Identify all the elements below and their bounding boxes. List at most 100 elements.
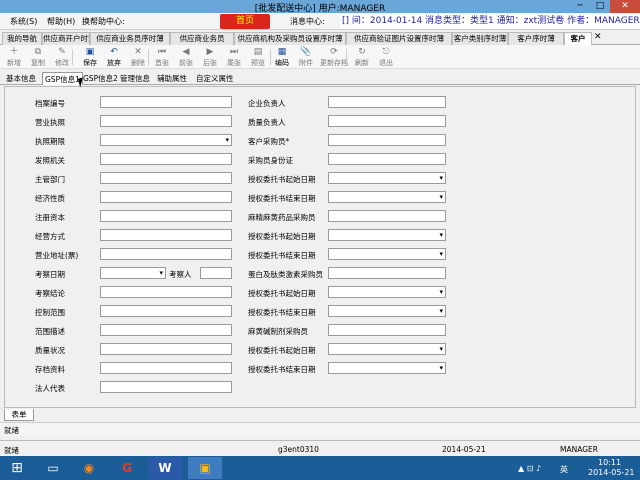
right-label-4: 授权委托书起始日期 (248, 175, 316, 184)
left-label-10: 考察结论 (35, 289, 65, 298)
right-field-13[interactable]: ▾ (328, 343, 446, 355)
app-g-icon[interactable]: G (110, 457, 144, 479)
menu-system[interactable]: 系统(S) (10, 16, 37, 27)
active-app-icon[interactable]: ▣ (188, 457, 222, 479)
toolbar-button-10[interactable]: ▤ 预览 (246, 46, 270, 68)
toolbar-button-6[interactable]: ⏮ 首张 (150, 46, 174, 68)
left-field-8[interactable] (100, 248, 232, 260)
subtab-gsp1[interactable]: GSP信息1 (42, 72, 83, 85)
menu-help[interactable]: 帮助(H) (47, 16, 75, 27)
toolbar-button-14[interactable]: ↻ 刷新 (350, 46, 374, 68)
right-field-10[interactable]: ▾ (328, 286, 446, 298)
right-field-3[interactable] (328, 153, 446, 165)
left-label-2: 执照期限 (35, 137, 65, 146)
left-field-4[interactable] (100, 172, 232, 184)
dropdown-icon: ▾ (439, 193, 443, 201)
right-field-4[interactable]: ▾ (328, 172, 446, 184)
toolbar-button-2[interactable]: ✎ 修改 (50, 46, 74, 68)
maximize-button[interactable]: □ (590, 0, 610, 13)
toolbar-button-12[interactable]: 📎 附件 (294, 46, 318, 68)
toolbar: ＋新增 ⧉ 复制 ✎ 修改 ▣ 保存 ↶ 放弃 ✕ 删除 ⏮ 首张 ◀ 前张 ▶ 后张 ⏭ 尾张 ▤ 预览 ▦ 编码 📎 附件 ⟳… (0, 45, 640, 69)
toolbar-separator (270, 49, 271, 65)
subtab-custom[interactable]: 自定义属性 (196, 72, 234, 85)
right-field-11[interactable]: ▾ (328, 305, 446, 317)
toolbar-label-1: 复制 (31, 59, 45, 67)
toolbar-label-10: 预览 (251, 59, 265, 67)
right-label-0: 企业负责人 (248, 99, 286, 108)
right-label-8: 授权委托书结束日期 (248, 251, 316, 260)
toolbar-button-15[interactable]: ⎋ 退出 (374, 46, 398, 68)
right-field-1[interactable] (328, 115, 446, 127)
firefox-icon[interactable]: ◉ (72, 457, 106, 479)
start-windows-icon[interactable]: ⊞ (0, 457, 34, 479)
left-field-15[interactable] (100, 381, 232, 393)
toolbar-button-5[interactable]: ✕ 删除 (126, 46, 150, 68)
right-field-7[interactable]: ▾ (328, 229, 446, 241)
subtab-basic[interactable]: 基本信息 (6, 72, 36, 85)
close-button[interactable]: ✕ (610, 0, 640, 13)
toolbar-button-8[interactable]: ▶ 后张 (198, 46, 222, 68)
left-field-0[interactable] (100, 96, 232, 108)
tab-supplier-salesman[interactable]: 供应商业务员 (170, 32, 234, 45)
left-field-11[interactable] (100, 305, 232, 317)
left-field-13[interactable] (100, 343, 232, 355)
left-field-14[interactable] (100, 362, 232, 374)
subtab-gsp2[interactable]: GSP信息2 (83, 72, 118, 85)
toolbar-button-7[interactable]: ◀ 前张 (174, 46, 198, 68)
left-field-2[interactable]: ▾ (100, 134, 232, 146)
toolbar-button-1[interactable]: ⧉ 复制 (26, 46, 50, 68)
toolbar-button-0[interactable]: ＋ 新增 (2, 46, 26, 68)
left-field-9[interactable]: ▾ (100, 267, 166, 279)
inspector-field[interactable] (200, 267, 232, 279)
tray-icons[interactable]: ▲ ⊡ ♪ (518, 464, 541, 473)
tab-supplier-account[interactable]: 供应商开户时薄 (42, 32, 90, 45)
left-label-6: 注册资本 (35, 213, 65, 222)
left-field-5[interactable] (100, 191, 232, 203)
toolbar-icon-1: ⧉ (34, 47, 42, 57)
tab-close-icon[interactable]: ✕ (594, 32, 602, 42)
home-button[interactable]: 首页 (220, 14, 270, 29)
left-field-3[interactable] (100, 153, 232, 165)
right-field-8[interactable]: ▾ (328, 248, 446, 260)
notice-ticker[interactable]: [] 间：2014-01-14 消息类型：类型1 通知：zxt测试卷 作者：MA… (340, 14, 640, 29)
toolbar-button-9[interactable]: ⏭ 尾张 (222, 46, 246, 68)
ime-lang[interactable]: 英 (560, 464, 568, 475)
dropdown-icon: ▾ (439, 231, 443, 239)
left-label-8: 营业地址(票) (35, 251, 79, 260)
left-field-12[interactable] (100, 324, 232, 336)
explorer-icon[interactable]: ▭ (36, 457, 70, 479)
dropdown-icon: ▾ (225, 136, 229, 144)
tab-my-nav[interactable]: 我的导航 (2, 32, 42, 45)
left-field-6[interactable] (100, 210, 232, 222)
toolbar-label-4: 放弃 (107, 59, 121, 67)
minimize-button[interactable]: ─ (570, 0, 590, 13)
tab-customer-category[interactable]: 客户类别序时薄 (452, 32, 508, 45)
right-field-14[interactable]: ▾ (328, 362, 446, 374)
word-icon[interactable]: W (148, 457, 182, 479)
tab-customer[interactable]: 客户 (564, 32, 592, 46)
menu-help-center[interactable]: 换帮助中心: (82, 16, 125, 27)
left-field-10[interactable] (100, 286, 232, 298)
subtab-auxiliary[interactable]: 辅助属性 (157, 72, 187, 85)
tab-customer-list[interactable]: 客户序时薄 (508, 32, 564, 45)
right-field-12[interactable] (328, 324, 446, 336)
toolbar-button-11[interactable]: ▦ 编码 (270, 46, 294, 68)
left-field-7[interactable] (100, 229, 232, 241)
left-field-1[interactable] (100, 115, 232, 127)
subtab-management[interactable]: 管理信息 (120, 72, 150, 85)
toolbar-button-4[interactable]: ↶ 放弃 (102, 46, 126, 68)
toolbar-label-3: 保存 (83, 59, 97, 67)
bottom-tab-form[interactable]: 表单 (4, 409, 34, 421)
tab-supplier-salesman-list[interactable]: 供应商业务员序时薄 (90, 32, 170, 45)
right-field-6[interactable] (328, 210, 446, 222)
toolbar-icon-6: ⏮ (157, 47, 167, 57)
tab-supplier-org[interactable]: 供应商机构及采购员设置序时薄 (234, 32, 346, 45)
tab-supplier-image[interactable]: 供应商验证图片设置序时薄 (346, 32, 452, 45)
right-field-2[interactable] (328, 134, 446, 146)
toolbar-label-6: 首张 (155, 59, 169, 67)
right-field-0[interactable] (328, 96, 446, 108)
toolbar-label-7: 前张 (179, 59, 193, 67)
toolbar-button-3[interactable]: ▣ 保存 (78, 46, 102, 68)
right-field-9[interactable] (328, 267, 446, 279)
right-field-5[interactable]: ▾ (328, 191, 446, 203)
